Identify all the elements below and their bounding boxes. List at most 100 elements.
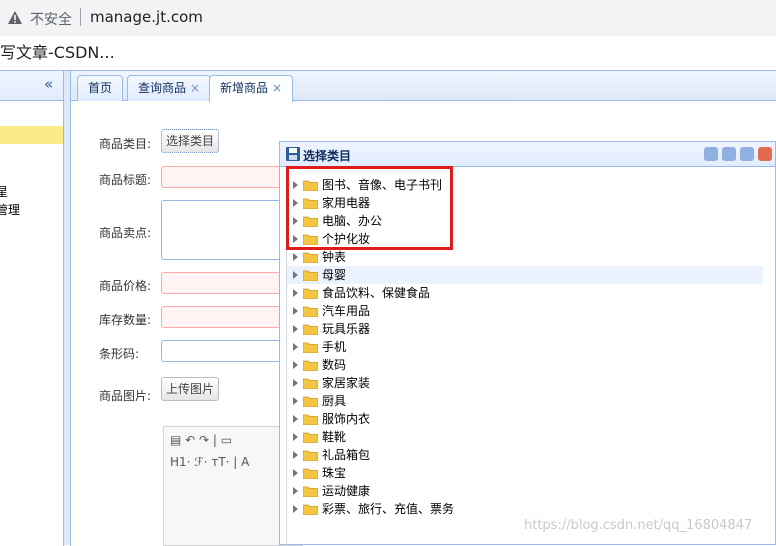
dialog-title: 选择类目 [303,149,352,163]
expand-arrow-icon[interactable] [293,379,298,387]
tree-node-label: 礼品箱包 [322,448,371,462]
tree-node-label: 母婴 [322,268,347,282]
barcode-input[interactable] [161,340,281,362]
folder-icon [303,414,318,425]
folder-icon [303,270,318,281]
browser-tab-title[interactable]: 写文章-CSDN... [0,39,115,63]
close-icon[interactable]: × [190,81,200,95]
tree-node-label: 钟表 [322,250,347,264]
tree-node[interactable]: 运动健康 [287,482,763,500]
tree-node-label: 家居家装 [322,376,371,390]
tree-node[interactable]: 母婴 [287,266,763,284]
upload-image-button[interactable]: 上传图片 [161,377,220,401]
maximize-icon[interactable] [740,147,754,161]
expand-arrow-icon[interactable] [293,415,298,423]
folder-icon [303,288,318,299]
tab-query-products[interactable]: 查询商品 × [127,75,212,101]
expand-arrow-icon[interactable] [293,469,298,477]
expand-arrow-icon[interactable] [293,325,298,333]
folder-icon [303,306,318,317]
expand-arrow-icon[interactable] [293,361,298,369]
tree-node[interactable]: 数码 [287,356,763,374]
address-divider [80,8,81,26]
price-input[interactable] [161,272,281,294]
editor-toolbar-row[interactable]: H1· ℱ· ᴛT· | A [170,455,249,469]
tree-node-label: 运动健康 [322,484,371,498]
collapse-icon[interactable]: « [44,75,53,93]
browser-tab-strip: 写文章-CSDN... [0,36,776,70]
tree-node[interactable]: 食品饮料、保健食品 [287,284,763,302]
image-label: 商品图片: [99,389,152,403]
expand-arrow-icon[interactable] [293,397,298,405]
tree-node[interactable]: 珠宝 [287,464,763,482]
tree-node[interactable]: 汽车用品 [287,302,763,320]
tab-label: 首页 [88,81,113,95]
tree-node-label: 厨具 [322,394,347,408]
folder-icon [303,504,318,515]
tree-node-label: 珠宝 [322,466,347,480]
tree-node[interactable]: 家居家装 [287,374,763,392]
watermark: https://blog.csdn.net/qq_16804847 [524,518,753,533]
tree-node[interactable]: 礼品箱包 [287,446,763,464]
tree-node[interactable]: 玩具乐器 [287,320,763,338]
sidebar-item-fragment[interactable]: 管理 [0,201,20,218]
tree-node-label: 数码 [322,358,347,372]
tree-node-label: 玩具乐器 [322,322,371,336]
select-category-label: 选择类目 [166,134,215,148]
dialog-titlebar[interactable]: 选择类目 [280,142,775,167]
upload-image-label: 上传图片 [166,382,215,396]
folder-icon [303,324,318,335]
tree-node-label: 食品饮料、保健食品 [322,286,431,300]
folder-icon [303,342,318,353]
folder-icon [303,360,318,371]
close-icon[interactable] [758,147,772,161]
sidebar-item-fragment[interactable]: 星 [0,183,8,200]
expand-arrow-icon[interactable] [293,433,298,441]
selling-point-textarea[interactable] [161,200,281,260]
tree-node[interactable]: 钟表 [287,248,763,266]
barcode-label: 条形码: [99,347,140,361]
tree-node[interactable]: 彩票、旅行、充值、票务 [287,500,763,518]
tree-node[interactable]: 手机 [287,338,763,356]
expand-arrow-icon[interactable] [293,271,298,279]
sidebar: « 星 管理 [0,71,64,546]
expand-arrow-icon[interactable] [293,451,298,459]
tree-node-label: 汽车用品 [322,304,371,318]
collapse-panel-icon[interactable] [704,147,718,161]
tree-node[interactable]: 鞋靴 [287,428,763,446]
tree-node[interactable]: 服饰内衣 [287,410,763,428]
expand-arrow-icon[interactable] [293,307,298,315]
tree-node[interactable]: 厨具 [287,392,763,410]
title-input[interactable] [161,166,281,188]
expand-arrow-icon[interactable] [293,289,298,297]
stock-label: 库存数量: [99,313,152,327]
minimize-icon[interactable] [722,147,736,161]
close-icon[interactable]: × [272,81,282,95]
editor-toolbar-row[interactable]: ▤ ↶ ↷ | ▭ [170,433,232,447]
folder-icon [303,378,318,389]
title-label: 商品标题: [99,173,152,187]
url-text[interactable]: manage.jt.com [90,8,203,26]
folder-icon [303,432,318,443]
expand-arrow-icon[interactable] [293,343,298,351]
tab-home[interactable]: 首页 [77,75,124,101]
sidebar-header [0,71,63,101]
folder-icon [303,486,318,497]
select-category-button[interactable]: 选择类目 [161,129,220,153]
folder-icon [303,468,318,479]
tab-label: 新增商品 [220,81,269,95]
stock-input[interactable] [161,306,281,328]
tree-node-label: 彩票、旅行、充值、票务 [322,502,455,516]
tab-bar: 首页 查询商品 × 新增商品 × [71,71,776,102]
selling-point-label: 商品卖点: [99,226,152,240]
tab-add-product[interactable]: 新增商品 × [209,75,294,102]
category-label: 商品类目: [99,137,152,151]
save-icon [286,147,300,161]
folder-icon [303,396,318,407]
address-bar[interactable]: 不安全 manage.jt.com [0,0,776,36]
tree-node-label: 鞋靴 [322,430,347,444]
expand-arrow-icon[interactable] [293,253,298,261]
expand-arrow-icon[interactable] [293,505,298,513]
sidebar-selected-item[interactable] [0,126,63,144]
expand-arrow-icon[interactable] [293,487,298,495]
